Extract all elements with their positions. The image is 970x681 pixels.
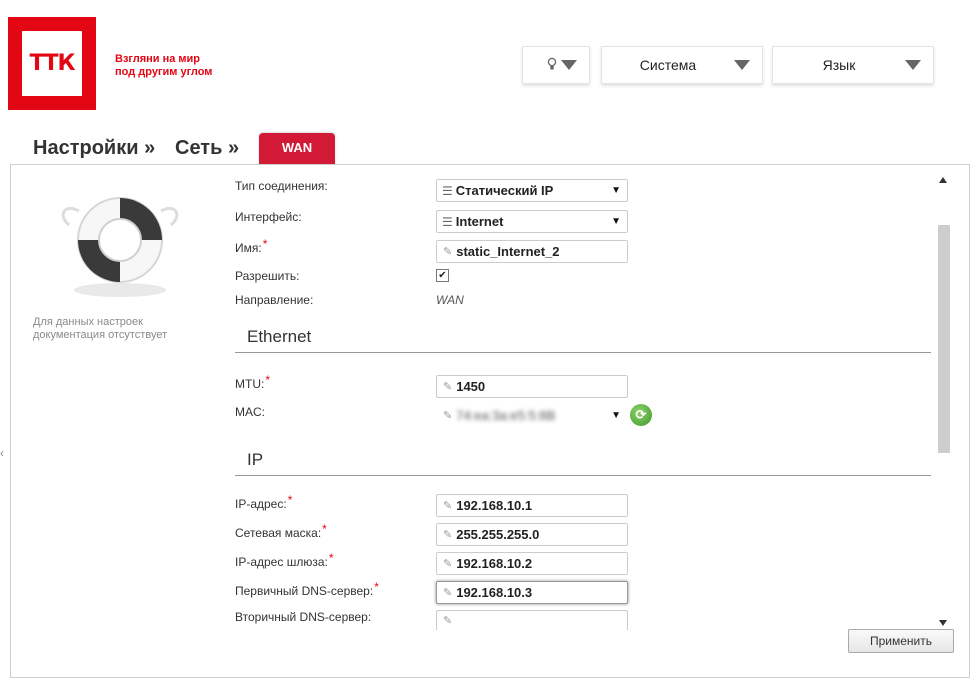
refresh-mac-icon[interactable]: ⟳	[630, 404, 652, 426]
pencil-icon: ✎	[443, 246, 453, 258]
mtu-label: MTU:*	[235, 373, 270, 391]
name-value: static_Internet_2	[456, 244, 560, 259]
hint-dropdown-button[interactable]	[522, 46, 590, 84]
ip-address-input[interactable]: ✎ 192.168.10.1	[436, 494, 628, 517]
gateway-label-text: IP-адрес шлюза:	[235, 555, 328, 569]
ip-section-title: IP	[235, 450, 931, 476]
required-mark: *	[265, 373, 270, 387]
connection-type-select[interactable]: ☰ Статический IP ▼	[436, 179, 628, 202]
connection-type-label: Тип соединения:	[235, 179, 328, 193]
required-mark: *	[322, 522, 327, 536]
chevron-left-icon[interactable]: ‹	[0, 446, 4, 460]
required-mark: *	[374, 580, 379, 594]
dns1-label-text: Первичный DNS-сервер:	[235, 584, 374, 598]
direction-label: Направление:	[235, 293, 314, 307]
netmask-value: 255.255.255.0	[456, 527, 540, 542]
language-menu-label: Язык	[822, 57, 856, 73]
gateway-label: IP-адрес шлюза:*	[235, 551, 334, 569]
name-label-text: Имя:	[235, 241, 262, 255]
apply-button[interactable]: Применить	[848, 629, 954, 653]
system-menu-label: Система	[639, 57, 697, 73]
mtu-label-text: MTU:	[235, 377, 265, 391]
dns2-input[interactable]: ✎	[436, 610, 628, 631]
lifebuoy-icon	[61, 197, 179, 297]
pencil-icon: ✎	[443, 558, 453, 570]
interface-value: Internet	[455, 214, 504, 229]
gateway-value: 192.168.10.2	[456, 556, 533, 571]
chevron-down-icon	[734, 60, 750, 70]
name-label: Имя:*	[235, 237, 267, 255]
slogan-line-1: Взгляни на мир	[115, 53, 201, 65]
pencil-icon: ✎	[443, 529, 453, 541]
connection-type-value: Статический IP	[455, 183, 554, 198]
scrollbar-thumb[interactable]	[938, 225, 950, 453]
enable-checkbox[interactable]: ✔	[436, 269, 449, 282]
lightbulb-icon	[547, 57, 557, 74]
chevron-down-icon: ▼	[611, 185, 621, 196]
mac-label: MAC:	[235, 405, 265, 419]
list-icon: ☰	[442, 214, 453, 229]
breadcrumb-settings[interactable]: Настройки »	[33, 137, 155, 160]
mac-select[interactable]: ✎ 74:ea:3a:e5:5:8B ▼	[436, 404, 628, 427]
list-icon: ☰	[442, 183, 453, 198]
help-text-line-2: документация отсутствует	[33, 329, 168, 341]
ip-address-label: IP-адрес:*	[235, 493, 292, 511]
language-menu-button[interactable]: Язык	[772, 46, 934, 84]
chevron-down-icon: ▼	[611, 216, 621, 227]
help-text: Для данных настроек документация отсутст…	[33, 316, 203, 342]
slogan: Взгляни на мир под другим углом	[115, 53, 212, 79]
chevron-down-icon	[905, 60, 921, 70]
logo-text: ТТК	[29, 51, 76, 76]
name-input[interactable]: ✎ static_Internet_2	[436, 240, 628, 263]
required-mark: *	[328, 551, 334, 565]
help-text-line-1: Для данных настроек	[33, 316, 143, 328]
dns1-input[interactable]: ✎ 192.168.10.3	[436, 581, 628, 604]
chevron-down-icon: ▼	[611, 410, 621, 421]
interface-label: Интерфейс:	[235, 210, 302, 224]
required-mark: *	[287, 493, 293, 507]
pencil-icon: ✎	[443, 500, 453, 512]
ethernet-section-title: Ethernet	[235, 327, 931, 353]
dns1-value: 192.168.10.3	[456, 585, 533, 600]
mtu-value: 1450	[456, 379, 486, 394]
mac-value: 74:ea:3a:e5:5:8B	[456, 408, 556, 423]
chevron-down-icon	[561, 60, 577, 70]
settings-panel: Для данных настроек документация отсутст…	[10, 164, 970, 678]
ip-address-value: 192.168.10.1	[456, 498, 533, 513]
ip-address-label-text: IP-адрес:	[235, 497, 287, 511]
slogan-line-2: под другим углом	[115, 66, 213, 78]
scroll-up-icon[interactable]	[939, 177, 947, 183]
dns2-label: Вторичный DNS-сервер:	[235, 610, 372, 624]
dns1-label: Первичный DNS-сервер:*	[235, 580, 379, 598]
enable-label: Разрешить:	[235, 269, 300, 283]
system-menu-button[interactable]: Система	[601, 46, 763, 84]
mtu-input[interactable]: ✎ 1450	[436, 375, 628, 398]
interface-select[interactable]: ☰ Internet ▼	[436, 210, 628, 233]
netmask-label: Сетевая маска:*	[235, 522, 327, 540]
required-mark: *	[262, 237, 268, 251]
gateway-input[interactable]: ✎ 192.168.10.2	[436, 552, 628, 575]
direction-value: WAN	[436, 293, 464, 307]
breadcrumb-network[interactable]: Сеть »	[175, 137, 239, 160]
netmask-label-text: Сетевая маска:	[235, 526, 322, 540]
pencil-icon: ✎	[443, 410, 453, 422]
pencil-icon: ✎	[443, 587, 453, 599]
ttk-logo: ТТК	[8, 17, 96, 110]
scroll-down-icon[interactable]	[939, 620, 947, 626]
pencil-icon: ✎	[443, 381, 453, 393]
pencil-icon: ✎	[443, 615, 453, 627]
scrollbar[interactable]	[936, 173, 950, 628]
tab-wan[interactable]: WAN	[259, 133, 335, 164]
netmask-input[interactable]: ✎ 255.255.255.0	[436, 523, 628, 546]
